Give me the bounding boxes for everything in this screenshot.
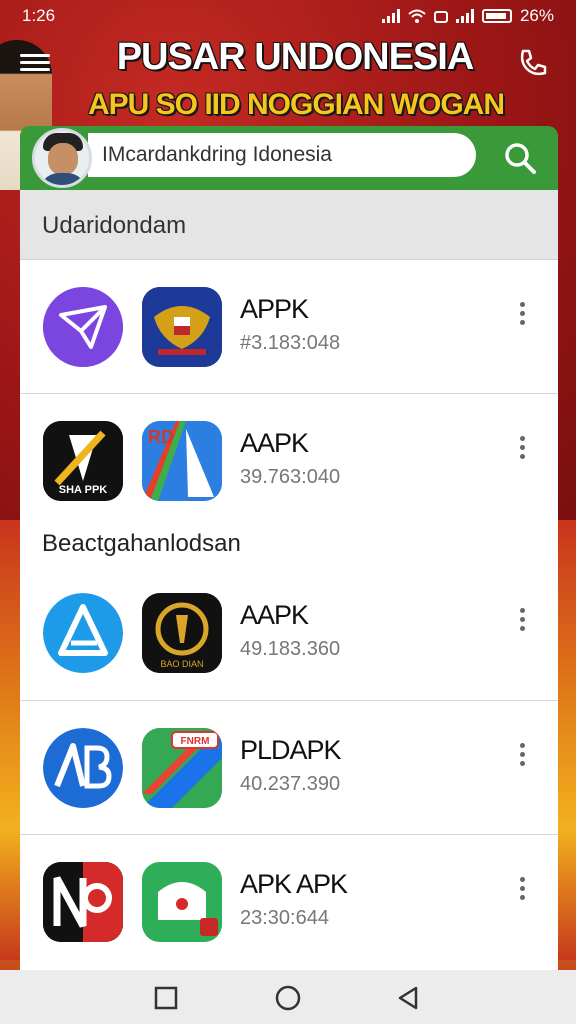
app-subtitle: 39.763:040 (240, 466, 341, 488)
more-vert-icon[interactable] (510, 873, 534, 909)
list-item[interactable]: APK APK 23:30:644 (20, 835, 558, 970)
badge-label: BAO DIAN (160, 659, 203, 669)
more-vert-icon[interactable] (510, 604, 534, 640)
garuda-emblem-icon (142, 287, 222, 367)
app-title: APPK (240, 294, 309, 324)
more-vert-icon[interactable] (510, 298, 534, 334)
fnrm-label: FNRM (181, 736, 210, 747)
app-subtitle: 49.183.360 (240, 638, 341, 660)
list-item[interactable]: APPK #3.183:048 (20, 260, 558, 394)
circle-icon[interactable] (274, 984, 302, 1012)
app-title: AAPK (240, 428, 309, 458)
app-list-card: Udaridondam APPK #3.183:048 SHA PPK RD A… (20, 190, 558, 970)
avatar[interactable] (32, 128, 92, 188)
triangle-back-icon[interactable] (394, 984, 422, 1012)
hamburger-icon[interactable] (20, 50, 50, 78)
cell-signal-icon (381, 9, 400, 23)
search-input[interactable]: IMcardankdring Idonesia (88, 133, 476, 177)
purple-send-app-icon (43, 287, 123, 367)
phone-icon[interactable] (514, 46, 550, 82)
sha-ppk-label: SHA PPK (59, 484, 108, 496)
ab-app-icon (43, 728, 123, 808)
app-subtitle: 23:30:644 (240, 907, 329, 929)
list-item[interactable]: FNRM PLDAPK 40.237.390 (20, 701, 558, 835)
alarm-icon (433, 11, 448, 23)
banner-subtitle: APU SO IID NOGGIAN WOGAN (87, 88, 505, 121)
np-app-icon (43, 862, 123, 942)
subsection-title: Beactgahanlodsan (42, 530, 241, 557)
app-subtitle: #3.183:048 (240, 332, 341, 354)
fnrm-maps-app-icon: FNRM (142, 728, 222, 808)
section-header: Udaridondam (20, 190, 558, 260)
app-title: APK APK (240, 869, 348, 899)
section-title: Udaridondam (42, 212, 187, 239)
more-vert-icon[interactable] (510, 432, 534, 468)
banner-title: PUSAR UNDONESIA (116, 36, 475, 78)
more-vert-icon[interactable] (510, 739, 534, 775)
battery-icon (481, 9, 512, 23)
square-icon[interactable] (152, 984, 180, 1012)
rd-label: RD (148, 427, 174, 447)
green-flag-app-icon (142, 862, 222, 942)
battery-text: 26% (519, 6, 554, 25)
list-item[interactable]: BAO DIAN AAPK 49.183.360 (20, 566, 558, 701)
cell-signal-icon-2 (455, 9, 474, 23)
system-nav-bar (0, 970, 576, 1024)
app-title: PLDAPK (240, 735, 342, 765)
status-time: 1:26 (22, 6, 56, 25)
app-title: AAPK (240, 600, 309, 630)
rd-launcher-app-icon: RD (142, 421, 222, 501)
search-icon[interactable] (500, 138, 540, 178)
sha-ppk-app-icon: SHA PPK (43, 421, 123, 501)
app-subtitle: 40.237.390 (240, 773, 341, 795)
status-bar: 1:26 26% (0, 0, 576, 32)
wifi-icon (408, 9, 426, 23)
gold-badge-app-icon: BAO DIAN (142, 593, 222, 673)
app-store-a-icon (43, 593, 123, 673)
